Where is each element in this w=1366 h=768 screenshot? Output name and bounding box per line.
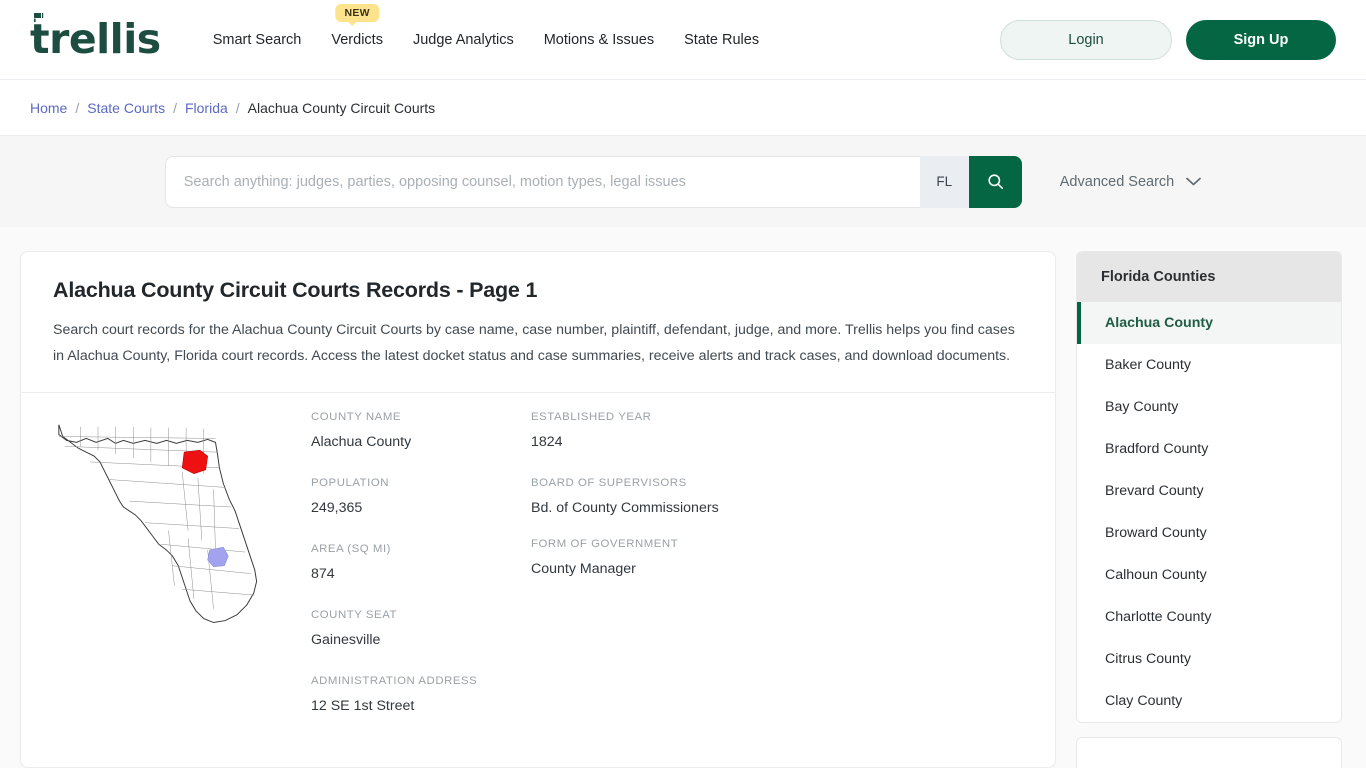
site-logo[interactable]: trellis xyxy=(30,13,161,63)
field-label-established-year: ESTABLISHED YEAR xyxy=(531,410,652,423)
sidebar-item-alachua-county[interactable]: Alachua County xyxy=(1077,302,1341,344)
map-column xyxy=(51,411,291,741)
search-band: FL Advanced Search xyxy=(0,135,1366,227)
signup-button[interactable]: Sign Up xyxy=(1186,19,1336,60)
field-value-board-of-supervisors: Bd. of County Commissioners xyxy=(531,499,719,516)
new-badge: NEW xyxy=(335,3,379,26)
search-icon xyxy=(988,174,1003,190)
field-value-area: 874 xyxy=(311,565,335,582)
field-label-county-seat: COUNTY SEAT xyxy=(311,608,398,621)
breadcrumb: Home / State Courts / Florida / Alachua … xyxy=(0,80,1366,135)
breadcrumb-item-florida[interactable]: Florida xyxy=(185,100,228,116)
field-label-area: AREA (SQ MI) xyxy=(311,542,392,555)
florida-counties-panel: Florida Counties Alachua County Baker Co… xyxy=(1076,251,1342,723)
breadcrumb-separator: / xyxy=(173,99,177,116)
breadcrumb-separator: / xyxy=(235,99,240,116)
field-value-administration-address: 12 SE 1st Street xyxy=(311,697,415,714)
nav-label: State Rules xyxy=(684,31,760,48)
sidebar-item-brevard-county[interactable]: Brevard County xyxy=(1077,470,1341,512)
field-value-established-year: 1824 xyxy=(531,433,563,450)
chevron-down-icon xyxy=(1186,177,1202,186)
county-record-card: Alachua County Circuit Courts Records - … xyxy=(20,251,1056,768)
field-label-board-of-supervisors: BOARD OF SUPERVISORS xyxy=(531,476,687,489)
sidebar-item-baker-county[interactable]: Baker County xyxy=(1077,344,1341,386)
sidebar-item-clay-county[interactable]: Clay County xyxy=(1077,680,1341,722)
nav-label: Motions & Issues xyxy=(543,31,655,48)
fields-left-column: COUNTY NAME Alachua County POPULATION 24… xyxy=(311,411,531,741)
nav-item-motions-issues[interactable]: Motions & Issues xyxy=(544,28,654,52)
breadcrumb-item-current: Alachua County Circuit Courts xyxy=(247,99,436,116)
breadcrumb-item-home[interactable]: Home xyxy=(30,100,67,116)
sidebar-item-bay-county[interactable]: Bay County xyxy=(1077,386,1341,428)
field-value-county-seat: Gainesville xyxy=(311,631,381,648)
search-submit-button[interactable] xyxy=(968,155,1022,208)
sidebar-item-broward-county[interactable]: Broward County xyxy=(1077,512,1341,554)
field-value-form-of-government: County Manager xyxy=(531,560,636,577)
field-value-population: 249,365 xyxy=(311,499,363,516)
nav-item-judge-analytics[interactable]: Judge Analytics xyxy=(413,28,514,52)
field-label-population: POPULATION xyxy=(311,476,390,489)
highlighted-county-secondary xyxy=(207,546,229,567)
sidebar-item-calhoun-county[interactable]: Calhoun County xyxy=(1077,554,1341,596)
nav-label: Judge Analytics xyxy=(412,31,514,48)
logo-text: trellis xyxy=(30,15,161,63)
nav-item-verdicts[interactable]: NEW Verdicts xyxy=(331,3,383,52)
sidebar-item-bradford-county[interactable]: Bradford County xyxy=(1077,428,1341,470)
county-details: COUNTY NAME Alachua County POPULATION 24… xyxy=(21,393,1055,741)
page-description: Search court records for the Alachua Cou… xyxy=(53,322,1015,365)
fields-right-column: ESTABLISHED YEAR 1824 BOARD OF SUPERVISO… xyxy=(531,411,851,741)
fields-columns: COUNTY NAME Alachua County POPULATION 24… xyxy=(311,411,1023,741)
login-button[interactable]: Login xyxy=(1000,19,1172,60)
advanced-search-toggle[interactable]: Advanced Search xyxy=(1059,173,1202,190)
search-bar: FL xyxy=(164,155,1022,208)
site-header: trellis Smart Search NEW Verdicts Judge … xyxy=(0,0,1366,80)
field-label-administration-address: ADMINISTRATION ADDRESS xyxy=(311,674,478,687)
search-input[interactable] xyxy=(164,155,920,208)
sidebar-secondary-panel xyxy=(1076,737,1342,768)
header-actions: Login Sign Up xyxy=(1000,19,1336,60)
main-nav: Smart Search NEW Verdicts Judge Analytic… xyxy=(213,3,759,52)
nav-item-smart-search[interactable]: Smart Search xyxy=(213,28,302,52)
nav-label: Verdicts xyxy=(331,31,383,48)
advanced-search-label: Advanced Search xyxy=(1059,173,1175,190)
state-selector[interactable]: FL xyxy=(919,155,969,208)
breadcrumb-item-state-courts[interactable]: State Courts xyxy=(87,100,165,116)
nav-item-state-rules[interactable]: State Rules xyxy=(684,28,759,52)
sidebar-title: Florida Counties xyxy=(1077,252,1341,302)
page-content: Alachua County Circuit Courts Records - … xyxy=(0,227,1366,768)
flag-icon xyxy=(34,13,44,22)
sidebar-item-citrus-county[interactable]: Citrus County xyxy=(1077,638,1341,680)
sidebar: Florida Counties Alachua County Baker Co… xyxy=(1076,251,1342,768)
field-label-county-name: COUNTY NAME xyxy=(311,410,402,423)
sidebar-item-charlotte-county[interactable]: Charlotte County xyxy=(1077,596,1341,638)
card-header: Alachua County Circuit Courts Records - … xyxy=(21,252,1055,392)
florida-county-map xyxy=(58,424,258,623)
page-title: Alachua County Circuit Courts Records - … xyxy=(53,278,538,302)
field-value-county-name: Alachua County xyxy=(311,433,412,450)
field-label-form-of-government: FORM OF GOVERNMENT xyxy=(531,537,679,550)
breadcrumb-separator: / xyxy=(75,99,80,116)
nav-label: Smart Search xyxy=(212,31,302,48)
